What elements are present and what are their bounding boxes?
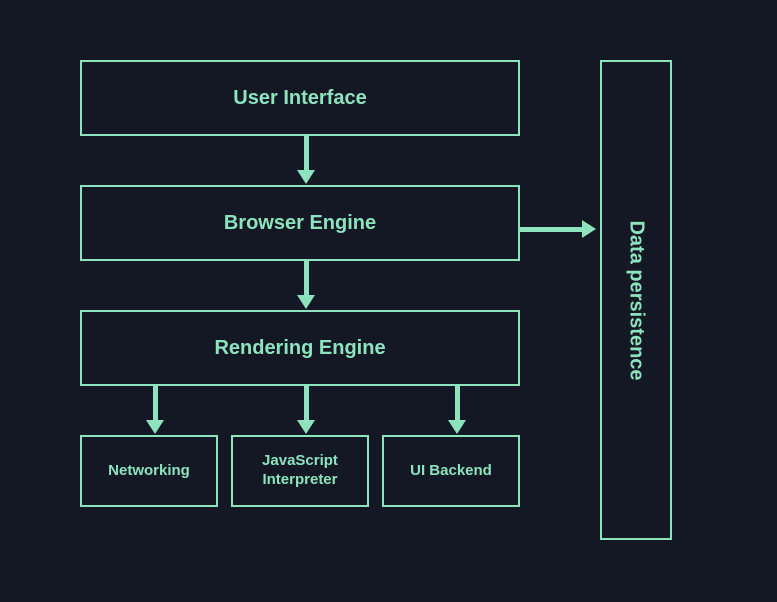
box-ui-backend: UI Backend [382, 435, 520, 507]
box-networking: Networking [80, 435, 218, 507]
box-label: JavaScriptInterpreter [262, 452, 338, 490]
arrow-down-icon [448, 386, 466, 434]
box-label: Rendering Engine [214, 336, 385, 361]
arrow-right-icon [520, 220, 596, 238]
box-user-interface: User Interface [80, 60, 520, 136]
box-label: Data persistence [624, 220, 649, 380]
box-label: Networking [108, 462, 190, 481]
box-data-persistence: Data persistence [600, 60, 672, 540]
arrow-down-icon [297, 386, 315, 434]
box-label: User Interface [233, 86, 366, 111]
box-rendering-engine: Rendering Engine [80, 310, 520, 386]
box-label: Browser Engine [224, 211, 376, 236]
arrow-down-icon [297, 261, 315, 309]
box-js-interpreter: JavaScriptInterpreter [231, 435, 369, 507]
arrow-down-icon [146, 386, 164, 434]
box-label: UI Backend [410, 462, 492, 481]
browser-architecture-diagram: User Interface Browser Engine Rendering … [0, 0, 777, 602]
box-browser-engine: Browser Engine [80, 185, 520, 261]
arrow-down-icon [297, 136, 315, 184]
